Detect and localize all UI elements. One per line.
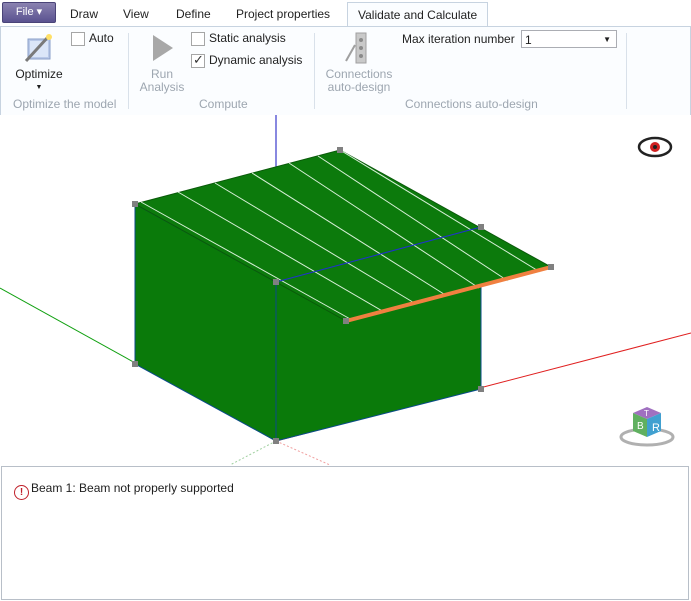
dynamic-analysis-checkbox[interactable]: [191, 52, 205, 68]
max-iteration-select[interactable]: 1 ▼: [521, 30, 617, 48]
tab-draw[interactable]: Draw: [70, 7, 98, 21]
group-separator: [128, 33, 129, 109]
group-label-optimize: Optimize the model: [13, 97, 117, 111]
optimize-label: Optimize: [15, 67, 63, 81]
node[interactable]: [478, 224, 484, 230]
node[interactable]: [478, 386, 484, 392]
node[interactable]: [548, 264, 554, 270]
tab-view[interactable]: View: [123, 7, 149, 21]
static-analysis-label: Static analysis: [209, 31, 286, 45]
optimize-dropdown-arrow-icon: ▼: [35, 84, 43, 91]
play-icon: [153, 35, 173, 61]
message-row[interactable]: ! Beam 1: Beam not properly supported: [14, 481, 234, 500]
node[interactable]: [132, 361, 138, 367]
3d-viewport[interactable]: R B T: [0, 115, 691, 466]
chevron-down-icon: ▼: [603, 35, 611, 44]
view-cube[interactable]: R B T: [619, 407, 675, 447]
connections-auto-design-button[interactable]: Connections auto-design: [323, 31, 395, 94]
dynamic-analysis-label: Dynamic analysis: [209, 53, 303, 67]
max-iteration-value: 1: [525, 33, 532, 47]
x-axis-negative-line: [275, 440, 331, 466]
view-cube-back-label: B: [637, 421, 644, 432]
node[interactable]: [337, 147, 343, 153]
node[interactable]: [273, 438, 279, 444]
ribbon-tab-bar: File ▾ Draw View Define Project properti…: [0, 0, 691, 27]
node[interactable]: [132, 201, 138, 207]
tab-validate-and-calculate[interactable]: Validate and Calculate: [347, 2, 489, 27]
ribbon-panel: Optimize ▼ Auto Optimize the model Run A…: [0, 26, 691, 116]
auto-label: Auto: [89, 31, 114, 45]
view-cube-top-label: T: [644, 409, 649, 418]
group-label-connections: Connections auto-design: [405, 97, 538, 111]
run-analysis-button[interactable]: Run Analysis: [138, 31, 186, 94]
run-analysis-label-line2: Analysis: [139, 80, 185, 94]
connections-label-line2: auto-design: [327, 80, 391, 94]
auto-checkbox[interactable]: [71, 32, 85, 46]
node[interactable]: [273, 279, 279, 285]
eye-crossed-icon[interactable]: [637, 136, 673, 158]
group-label-compute: Compute: [199, 97, 248, 111]
error-icon: !: [14, 485, 29, 500]
view-cube-right-label: R: [652, 422, 660, 434]
file-menu-button[interactable]: File ▾: [2, 2, 56, 23]
static-analysis-checkbox[interactable]: [191, 32, 205, 46]
max-iteration-label: Max iteration number: [402, 32, 515, 46]
group-separator: [626, 33, 627, 109]
message-text: Beam 1: Beam not properly supported: [31, 481, 234, 495]
tab-project-properties[interactable]: Project properties: [236, 7, 330, 21]
optimize-wand-icon: [24, 34, 52, 63]
messages-panel: ! Beam 1: Beam not properly supported: [1, 466, 689, 600]
node[interactable]: [343, 318, 349, 324]
tab-define[interactable]: Define: [176, 7, 211, 21]
optimize-button[interactable]: Optimize ▼: [9, 31, 69, 94]
connection-bolt-icon: [345, 32, 367, 64]
model-view-canvas[interactable]: R B T: [0, 115, 691, 466]
y-axis-negative-line: [229, 440, 277, 466]
group-separator: [314, 33, 315, 109]
